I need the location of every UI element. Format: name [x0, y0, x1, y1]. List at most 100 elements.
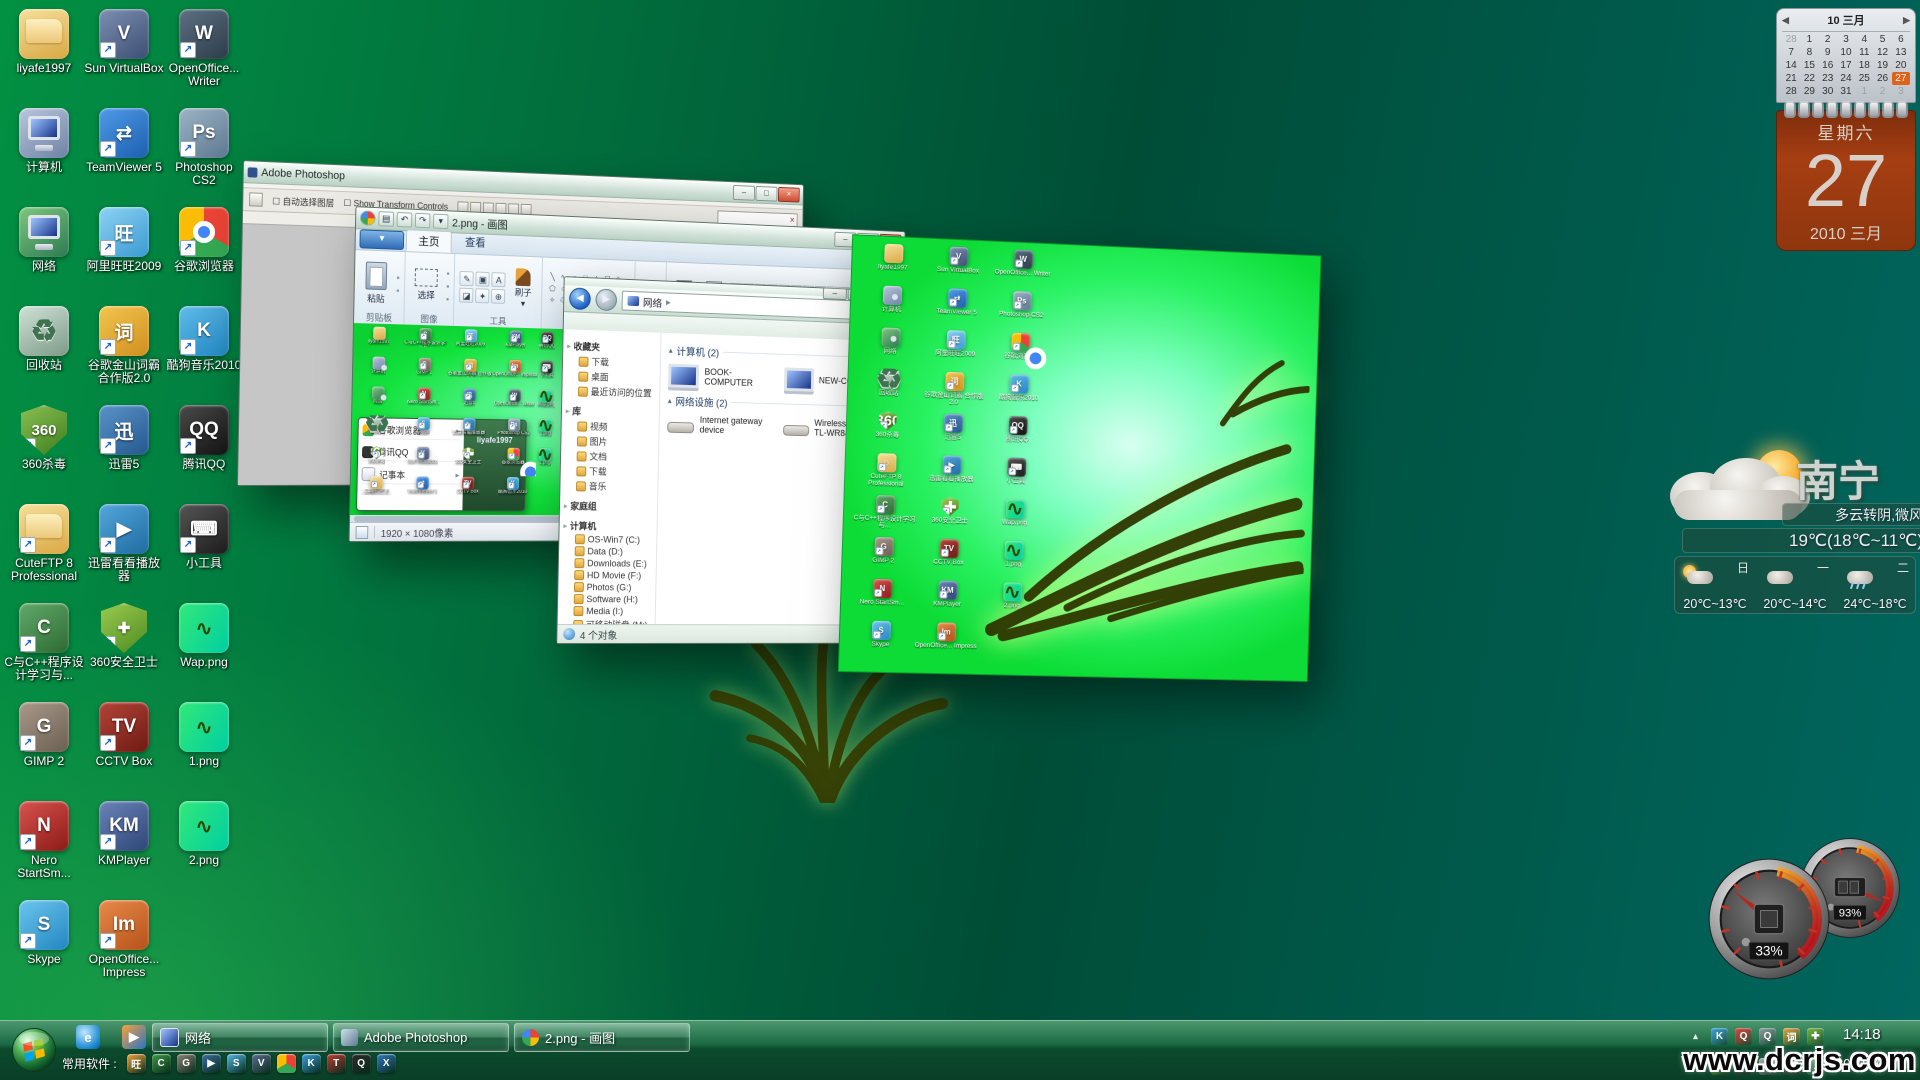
prev-month-button[interactable]: ◀ — [1782, 15, 1789, 26]
desktop-icon[interactable]: 迅 ↗ 迅雷5 — [919, 412, 985, 456]
quick-c-learning[interactable]: C — [152, 1054, 171, 1073]
desktop-icon[interactable]: ↗ 1.png — [536, 418, 555, 447]
desktop-icon[interactable]: 迅 ↗ 迅雷5 — [446, 387, 492, 417]
magnifier-tool-icon[interactable]: ⊕ — [491, 288, 505, 303]
desktop-icon[interactable]: C ↗ C与C++程序设计学习与... — [4, 600, 84, 699]
desktop-icon[interactable]: ⇄ ↗ TeamViewer 5 — [924, 286, 990, 330]
calendar-day[interactable]: 2 — [1819, 33, 1837, 46]
quick-skype[interactable]: S — [227, 1054, 246, 1073]
undo-button[interactable]: ↶ — [397, 212, 413, 228]
calendar-day[interactable]: 9 — [1819, 46, 1837, 59]
quick-thunder[interactable]: X — [377, 1054, 396, 1073]
calendar-day[interactable]: 27 — [1892, 72, 1910, 85]
desktop-icon[interactable]: ↗ 2.png — [164, 798, 244, 897]
desktop-icon[interactable]: Im ↗ OpenOffice... Impress — [84, 897, 164, 996]
clock[interactable]: 14:18 — [1843, 1026, 1881, 1043]
ribbon-small-button[interactable] — [446, 294, 449, 304]
nav-item[interactable]: 下载 — [563, 463, 656, 480]
desktop-icon[interactable]: ↗ Wap.png — [164, 600, 244, 699]
qat-dropdown[interactable]: ▾ — [433, 214, 448, 229]
maximize-button[interactable]: □ — [756, 186, 778, 202]
ribbon-small-button[interactable] — [446, 268, 449, 278]
desktop-icon[interactable]: C ↗ C与C++程序设计学习与... — [851, 493, 918, 537]
calendar-day[interactable]: 17 — [1837, 59, 1855, 72]
calendar-grid[interactable]: 2812345678910111213141516171819202122232… — [1782, 33, 1910, 98]
quick-chrome[interactable] — [277, 1054, 296, 1073]
desktop-icon[interactable]: G ↗ GIMP 2 — [401, 356, 447, 387]
desktop-icon[interactable]: W ↗ OpenOffice... Writer — [990, 247, 1056, 291]
desktop-icon[interactable]: ↗ 谷歌浏览器 — [490, 447, 536, 477]
nav-item[interactable]: Downloads (E:) — [561, 557, 654, 570]
select-button[interactable]: 选择 — [409, 255, 443, 314]
desktop-icon[interactable]: QQ ↗ 腾讯QQ — [984, 414, 1050, 458]
minimize-button[interactable]: – — [733, 185, 755, 201]
close-button[interactable]: × — [778, 186, 800, 202]
desktop-icon[interactable]: N ↗ Nero StartSm... — [401, 386, 447, 416]
desktop-icon[interactable]: 旺 ↗ 阿里旺旺2009 — [447, 328, 493, 359]
desktop-icon[interactable]: ⇄ ↗ TeamViewer 5 — [399, 475, 445, 505]
calendar-day[interactable]: 1 — [1800, 33, 1818, 46]
desktop-icon[interactable]: ⌨ ↗ 小工具 — [164, 501, 244, 600]
desktop-icon[interactable]: ↗ 网络 — [354, 385, 401, 416]
brushes-button[interactable]: 刷子▾ — [509, 259, 538, 317]
calendar-day[interactable]: 31 — [1837, 85, 1855, 98]
desktop-icon[interactable]: 词 ↗ 谷歌金山词霸 合作版2.0 — [447, 357, 493, 387]
desktop-icon[interactable]: TV ↗ CCTV Box — [445, 476, 491, 506]
calendar-day[interactable]: 24 — [1837, 72, 1855, 85]
ribbon-small-button[interactable] — [396, 286, 399, 296]
desktop-icon[interactable]: Ps ↗ Photoshop CS2 — [164, 105, 244, 204]
desktop-icon[interactable]: N ↗ Nero StartSm... — [848, 577, 915, 621]
taskbar[interactable]: e ▶ 网络 Adobe Photoshop 2.png - 画图 — [0, 1020, 1920, 1080]
calendar-day[interactable]: 25 — [1855, 72, 1873, 85]
desktop-icon[interactable]: KM ↗ KMPlayer — [914, 579, 980, 622]
desktop-icon[interactable]: 旺 ↗ 阿里旺旺2009 — [84, 204, 164, 303]
calendar-day[interactable]: 3 — [1892, 85, 1910, 98]
desktop-icon[interactable]: ↗ 网络 — [857, 325, 924, 369]
nav-item[interactable]: 计算机 — [561, 518, 654, 534]
eraser-tool-icon[interactable]: ◪ — [459, 287, 473, 302]
navigation-pane[interactable]: 收藏夹下载桌面最近访问的位置库视频图片文档下载音乐家庭组计算机OS-Win7 (… — [558, 329, 662, 625]
auto-select-checkbox[interactable]: 自动选择图层 — [272, 194, 334, 209]
desktop-icon[interactable]: ⇄ ↗ TeamViewer 5 — [84, 105, 164, 204]
desktop-icon[interactable]: K ↗ 酷狗音乐2010 — [164, 303, 244, 402]
tool-buttons[interactable]: ✎▣A ◪✦⊕ — [459, 257, 506, 316]
desktop-icon[interactable]: ↗ 计算机 — [4, 105, 84, 204]
desktop-icon[interactable]: QQ ↗ 腾讯QQ — [164, 402, 244, 501]
desktop-icon[interactable]: ↗ Wap.png — [537, 389, 556, 418]
redo-button[interactable]: ↷ — [415, 213, 431, 229]
desktop-icon[interactable]: ↗ 计算机 — [858, 284, 925, 329]
nav-item[interactable]: Media (I:) — [560, 605, 653, 617]
pencil-tool-icon[interactable]: ✎ — [460, 270, 474, 285]
calendar-day[interactable]: 13 — [1892, 46, 1910, 59]
calendar-day[interactable]: 16 — [1819, 59, 1837, 72]
desktop-icon[interactable]: ↗ 计算机 — [355, 355, 402, 386]
calendar-day[interactable]: 15 — [1800, 59, 1818, 72]
desktop-icon[interactable]: ⌨ ↗ 小工具 — [537, 359, 556, 389]
calendar-day[interactable]: 1 — [1855, 85, 1873, 98]
desktop-icon[interactable]: ↗ 2.png — [535, 447, 554, 476]
calendar-day[interactable]: 7 — [1782, 46, 1800, 59]
desktop-icon[interactable]: ☺ ↗ CuteFTP 8 Professional — [853, 451, 920, 495]
desktop-icon[interactable]: ♻ ↗ 回收站 — [855, 367, 922, 411]
save-button[interactable]: ▤ — [378, 211, 394, 227]
network-item[interactable]: BOOK-COMPUTER — [668, 364, 778, 391]
nav-item[interactable]: 音乐 — [562, 478, 655, 495]
calendar-day[interactable]: 10 — [1837, 46, 1855, 59]
nav-item[interactable]: OS-Win7 (C:) — [561, 533, 654, 546]
desktop-icon[interactable]: S ↗ Skype — [847, 619, 914, 662]
calendar-day[interactable]: 29 — [1800, 85, 1818, 98]
calendar-day[interactable]: 18 — [1855, 59, 1873, 72]
desktop-icon[interactable]: ↗ 谷歌浏览器 — [987, 331, 1053, 375]
task-button[interactable]: Adobe Photoshop — [333, 1023, 509, 1052]
desktop-icon[interactable]: ✚ ↗ 360安全卫士 — [445, 446, 491, 476]
calendar-day[interactable]: 6 — [1892, 33, 1910, 46]
calendar-day[interactable]: 23 — [1819, 72, 1837, 85]
task-button[interactable]: 2.png - 画图 — [514, 1023, 690, 1052]
nav-item[interactable]: 家庭组 — [562, 498, 655, 514]
desktop-icon[interactable]: ✚ ↗ 360安全卫士 — [84, 600, 164, 699]
desktop-icon[interactable]: ↗ liyafe1997 — [355, 325, 402, 356]
picker-tool-icon[interactable]: ✦ — [475, 288, 489, 303]
media-player-icon[interactable]: ▶ — [122, 1025, 146, 1049]
quick-qq[interactable]: Q — [352, 1054, 371, 1073]
calendar-day[interactable]: 11 — [1855, 46, 1873, 59]
